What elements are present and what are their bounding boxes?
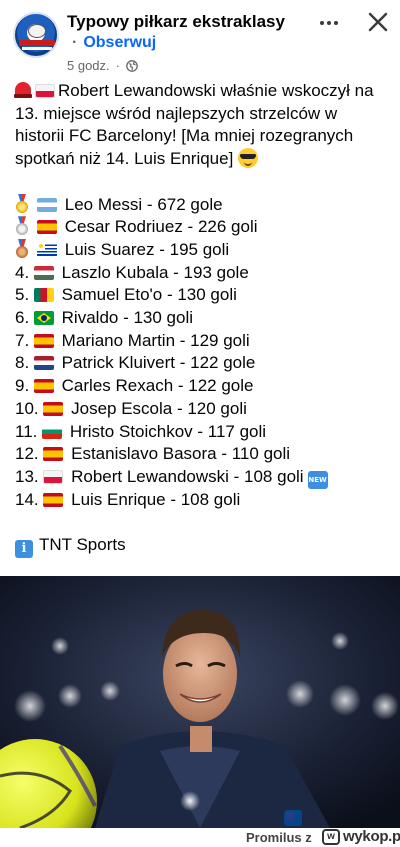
avatar-band xyxy=(19,40,55,46)
spain-flag-icon xyxy=(43,492,64,507)
post-intro: Robert Lewandowski właśnie wskoczył na 1… xyxy=(14,80,391,171)
ranking-item: 8. Patrick Kluivert - 122 gole xyxy=(15,352,391,375)
ranking-text: Luis Suarez - 195 goli xyxy=(64,239,230,259)
post-header: Typowy piłkarz ekstraklasy · Obserwuj 5 g… xyxy=(0,0,400,80)
ranking-text: Hristo Stoichkov - 117 goli xyxy=(69,421,267,441)
ranking-item: 12. Estanislavo Basora - 110 goli xyxy=(15,443,391,466)
ranking-text: Mariano Martin - 129 goli xyxy=(61,330,250,350)
ranking-rank: 12. xyxy=(15,444,39,464)
ranking-text: Samuel Eto'o - 130 goli xyxy=(61,285,237,305)
ranking-text: Patrick Kluivert - 122 gole xyxy=(61,353,256,373)
ranking-item: 10. Josep Escola - 120 goli xyxy=(15,398,391,421)
post-source: i TNT Sports xyxy=(15,534,391,559)
close-icon[interactable] xyxy=(366,10,390,34)
ranking-item: Luis Suarez - 195 goli xyxy=(15,239,391,262)
globe-icon xyxy=(126,59,138,72)
spain-flag-icon xyxy=(43,447,64,462)
ranking-rank: 8. xyxy=(15,353,30,373)
ranking-text: Rivaldo - 130 goli xyxy=(61,308,194,328)
ranking-text: Luis Enrique - 108 goli xyxy=(71,489,241,509)
meta-separator: · xyxy=(115,58,120,73)
player-photo-illustration xyxy=(0,576,400,828)
post-meta: 5 godz. · xyxy=(67,58,138,73)
ranking-item: Leo Messi - 672 gole xyxy=(15,194,391,217)
ranking-text: Laszlo Kubala - 193 gole xyxy=(61,262,249,282)
ranking-rank: 13. xyxy=(15,466,39,486)
ranking-rank: 4. xyxy=(15,262,30,282)
wykop-logo[interactable]: w wykop.pl xyxy=(322,828,400,845)
ranking-rank: 9. xyxy=(15,376,30,396)
follow-row: · Obserwuj xyxy=(72,34,156,52)
ranking-text: Leo Messi - 672 gole xyxy=(64,194,223,214)
wykop-site-name: wykop.pl xyxy=(343,828,400,845)
ranking-item: 13. Robert Lewandowski - 108 goli NEW xyxy=(15,466,391,489)
post-photo[interactable] xyxy=(0,576,400,828)
footer-bar: Promilus z w wykop.pl xyxy=(0,828,400,847)
avatar-face-icon xyxy=(28,24,46,38)
ranking-item: 7. Mariano Martin - 129 goli xyxy=(15,330,391,353)
page-avatar[interactable] xyxy=(13,12,59,58)
spain-flag-icon xyxy=(33,379,54,394)
poland-flag-icon xyxy=(35,84,55,98)
bulgaria-flag-icon xyxy=(42,424,63,439)
gold-medal-icon xyxy=(15,194,29,214)
ranking-item: 9. Carles Rexach - 122 gole xyxy=(15,375,391,398)
sunglasses-emoji-icon xyxy=(238,148,259,169)
ranking-rank: 10. xyxy=(15,398,39,418)
intro-text: Robert Lewandowski właśnie wskoczył na 1… xyxy=(15,81,374,169)
silver-medal-icon xyxy=(15,216,29,236)
post-time[interactable]: 5 godz. xyxy=(67,58,110,73)
ranking-text: Estanislavo Basora - 110 goli xyxy=(71,444,291,464)
footer-username[interactable]: Promilus z xyxy=(246,830,312,845)
siren-icon xyxy=(14,82,32,98)
ranking-text: Carles Rexach - 122 gole xyxy=(61,376,254,396)
poland-flag-icon xyxy=(43,469,64,484)
ranking-text: Cesar Rodriuez - 226 goli xyxy=(64,217,258,237)
ranking-item: 6. Rivaldo - 130 goli xyxy=(15,307,391,330)
hungary-flag-icon xyxy=(33,265,54,280)
ranking-rank: 5. xyxy=(15,285,30,305)
follow-separator: · xyxy=(72,34,78,51)
ranking-rank: 7. xyxy=(15,330,30,350)
ranking-rank: 6. xyxy=(15,308,30,328)
spain-flag-icon xyxy=(43,401,64,416)
avatar-band-stripe xyxy=(22,47,52,50)
ranking-rank: 14. xyxy=(15,489,39,509)
page-name[interactable]: Typowy piłkarz ekstraklasy xyxy=(67,12,285,32)
uruguay-flag-icon xyxy=(37,242,57,257)
spain-flag-icon xyxy=(37,220,57,235)
cameroon-flag-icon xyxy=(33,288,54,303)
ranking-item: 4. Laszlo Kubala - 193 gole xyxy=(15,262,391,285)
ranking-item: 5. Samuel Eto'o - 130 goli xyxy=(15,284,391,307)
argentina-flag-icon xyxy=(37,197,57,212)
bronze-medal-icon xyxy=(15,239,29,259)
post-body: Robert Lewandowski właśnie wskoczył na 1… xyxy=(14,80,391,559)
wykop-logo-icon: w xyxy=(322,828,340,845)
ranking-text: Josep Escola - 120 goli xyxy=(71,398,247,418)
spain-flag-icon xyxy=(33,333,54,348)
netherlands-flag-icon xyxy=(33,356,54,371)
brazil-flag-icon xyxy=(33,311,54,326)
more-options-icon[interactable] xyxy=(316,10,342,36)
ranking-text: Robert Lewandowski - 108 goli xyxy=(71,466,304,486)
ranking-item: 11. Hristo Stoichkov - 117 goli xyxy=(15,421,391,444)
ranking-item: Cesar Rodriuez - 226 goli xyxy=(15,216,391,239)
new-badge-icon: NEW xyxy=(307,470,328,489)
source-text: TNT Sports xyxy=(39,535,126,555)
info-icon: i xyxy=(15,540,33,559)
follow-button[interactable]: Obserwuj xyxy=(83,34,156,51)
ranking-rank: 11. xyxy=(15,421,38,441)
ranking-item: 14. Luis Enrique - 108 goli xyxy=(15,489,391,512)
